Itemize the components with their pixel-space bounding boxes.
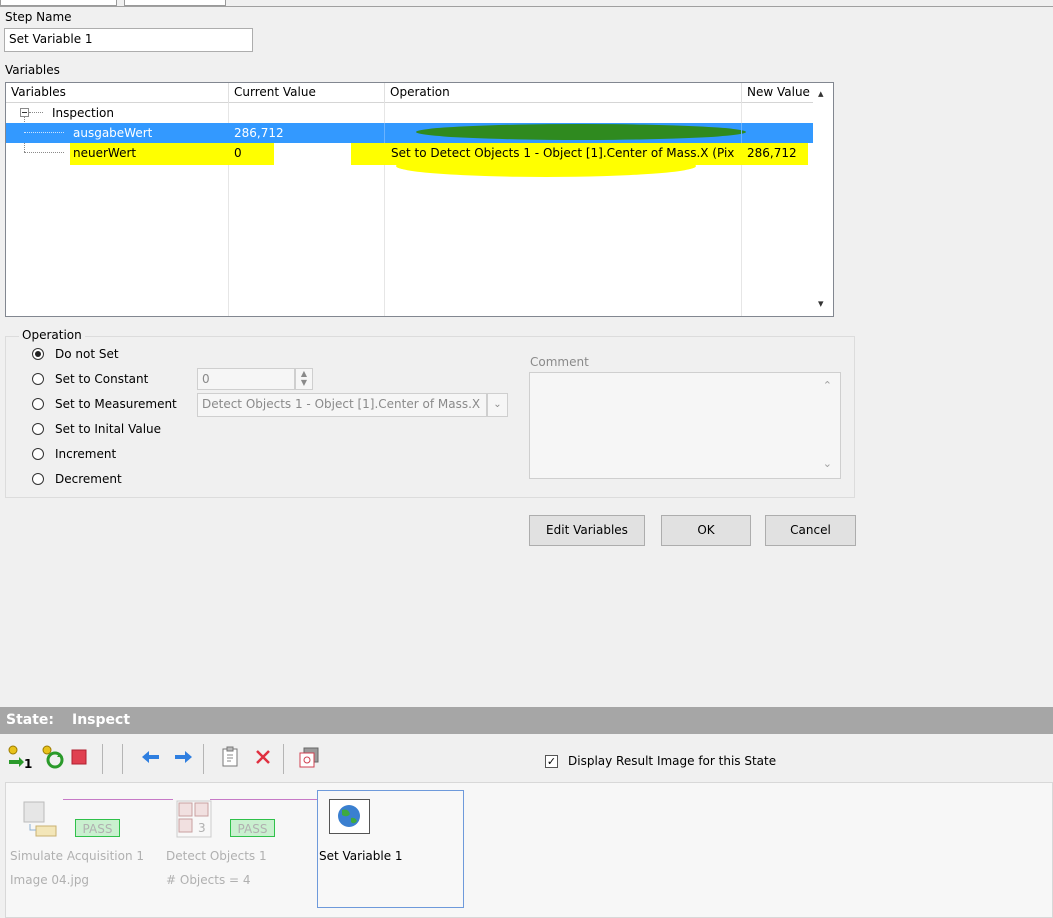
ok-button[interactable]: OK: [661, 515, 751, 546]
variables-grid[interactable]: Variables Current Value Operation New Va…: [5, 82, 834, 317]
radio-set-to-constant[interactable]: [32, 373, 44, 385]
step-connector: [210, 799, 317, 800]
detect-objects-icon[interactable]: [176, 800, 216, 840]
cancel-button[interactable]: Cancel: [765, 515, 856, 546]
green-scribble: [416, 124, 746, 140]
current-value: 286,712: [234, 126, 284, 140]
inspection-steps-panel: [5, 782, 1053, 918]
radio-set-to-initial-value[interactable]: [32, 423, 44, 435]
radio-label: Set to Inital Value: [55, 422, 162, 436]
grid-scrollbar[interactable]: ▴ ▾: [813, 83, 833, 316]
state-toolbar: 1 ✓ Display Result Image for this State: [0, 734, 1053, 782]
new-value: 286,712: [747, 146, 797, 160]
radio-set-to-measurement[interactable]: [32, 398, 44, 410]
step-name-label: Step Name: [5, 10, 72, 24]
toolbar-separator: [283, 744, 284, 774]
tree-line: [24, 152, 64, 153]
column-operation[interactable]: Operation: [385, 83, 742, 103]
operation-group-title: Operation: [19, 328, 85, 342]
step-name-input[interactable]: Set Variable 1: [4, 28, 253, 52]
column-current-value[interactable]: Current Value: [229, 83, 385, 103]
table-row[interactable]: ausgabeWert 286,712: [6, 123, 833, 143]
comment-label: Comment: [530, 355, 589, 369]
toolbar-separator: [102, 744, 103, 774]
chevron-down-icon[interactable]: ⌄: [487, 393, 508, 417]
top-tab-2[interactable]: [124, 0, 226, 6]
top-divider: [0, 6, 1053, 7]
comment-textarea[interactable]: ⌃ ⌄: [529, 372, 841, 479]
variable-name: neuerWert: [73, 146, 137, 160]
variable-name: ausgabeWert: [73, 126, 153, 140]
tree-line: [29, 112, 43, 113]
radio-label: Increment: [55, 447, 117, 461]
add-step-icon[interactable]: 1: [6, 744, 32, 770]
current-value: 0: [234, 146, 242, 160]
tree-line: [24, 132, 64, 133]
step-connector: [63, 799, 173, 800]
top-tab-1[interactable]: [0, 0, 117, 6]
radio-label: Do not Set: [55, 347, 119, 361]
step-detail: # Objects = 4: [166, 873, 251, 887]
step-title: Set Variable 1: [319, 849, 403, 863]
collapse-icon[interactable]: [20, 108, 29, 117]
measurement-select[interactable]: Detect Objects 1 - Object [1].Center of …: [197, 393, 487, 417]
grid-line: [741, 123, 742, 143]
radio-increment[interactable]: [32, 448, 44, 460]
constant-input[interactable]: 0: [197, 368, 295, 390]
radio-label: Set to Constant: [55, 372, 149, 386]
grid-header: Variables Current Value Operation New Va…: [6, 83, 813, 103]
clipboard-icon[interactable]: [218, 744, 244, 770]
simulate-acquisition-icon[interactable]: [22, 800, 62, 840]
state-bar: State: Inspect: [0, 707, 1053, 734]
run-continuous-icon[interactable]: [40, 744, 66, 770]
scroll-down-icon[interactable]: ▾: [818, 297, 824, 310]
arrow-right-icon[interactable]: [170, 744, 196, 770]
state-label: State:: [6, 712, 55, 728]
operation-value: Set to Detect Objects 1 - Object [1].Cen…: [391, 146, 735, 160]
step-badge-count: 3: [198, 821, 206, 835]
tree-group-label: Inspection: [52, 106, 114, 120]
step-status-badge: PASS: [230, 819, 275, 837]
arrow-left-icon[interactable]: [138, 744, 164, 770]
copy-image-icon[interactable]: [296, 744, 322, 770]
step-title: Detect Objects 1: [166, 849, 267, 863]
step-detail: Image 04.jpg: [10, 873, 90, 887]
delete-icon[interactable]: [250, 744, 276, 770]
radio-label: Decrement: [55, 472, 122, 486]
variables-label: Variables: [5, 63, 60, 77]
step-status-badge: PASS: [75, 819, 120, 837]
tree-group-row[interactable]: Inspection: [6, 103, 833, 123]
column-new-value[interactable]: New Value: [742, 83, 813, 103]
scroll-up-icon[interactable]: ⌃: [823, 379, 832, 392]
step-title: Simulate Acquisition 1: [10, 849, 145, 863]
constant-stepper[interactable]: ▲ ▼: [295, 368, 313, 390]
stop-icon[interactable]: [66, 744, 92, 770]
display-result-checkbox[interactable]: ✓: [545, 755, 558, 768]
scroll-up-icon[interactable]: ▴: [818, 87, 824, 100]
toolbar-separator: [122, 744, 123, 774]
radio-do-not-set[interactable]: [32, 348, 44, 360]
grid-line: [384, 123, 385, 143]
svg-text:1: 1: [24, 757, 32, 770]
radio-label: Set to Measurement: [55, 397, 177, 411]
column-variables[interactable]: Variables: [6, 83, 229, 103]
toolbar-separator: [203, 744, 204, 774]
display-result-label: Display Result Image for this State: [568, 754, 777, 768]
state-name: Inspect: [72, 712, 131, 728]
scroll-down-icon[interactable]: ⌄: [823, 457, 832, 470]
radio-decrement[interactable]: [32, 473, 44, 485]
table-row[interactable]: neuerWert 0 Set to Detect Objects 1 - Ob…: [6, 143, 833, 177]
globe-icon[interactable]: [329, 799, 370, 834]
edit-variables-button[interactable]: Edit Variables: [529, 515, 645, 546]
